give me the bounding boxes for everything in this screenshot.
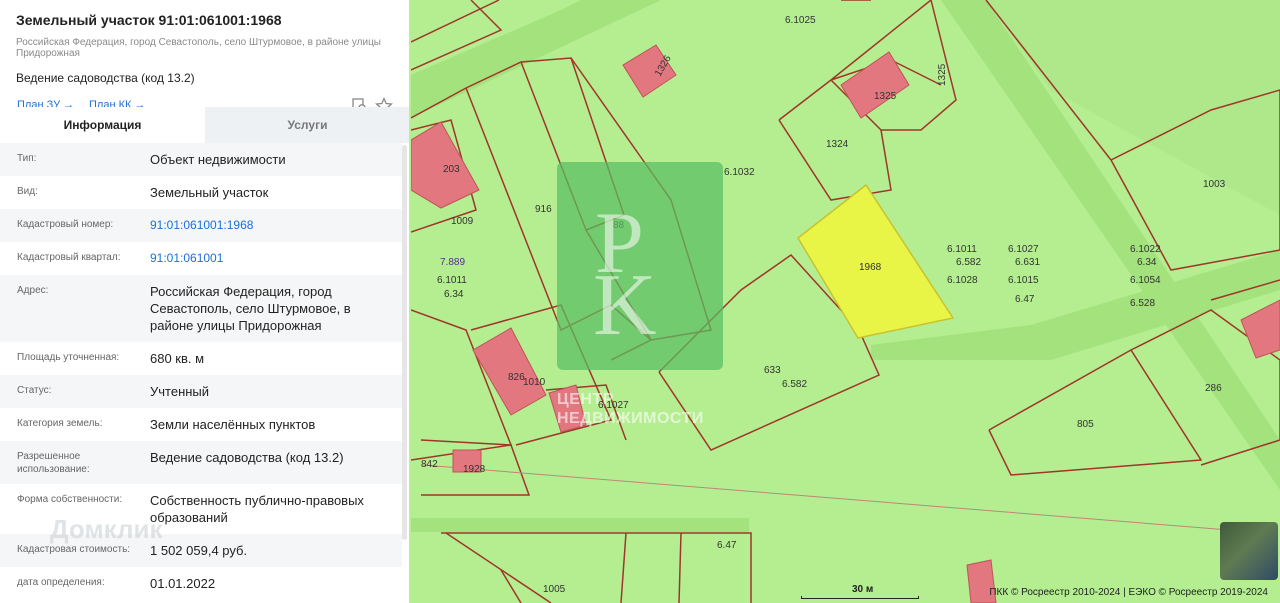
- info-panel: Земельный участок 91:01:061001:1968 Росс…: [0, 0, 410, 603]
- map-label: 1009: [451, 216, 474, 227]
- map-label: 286: [1205, 383, 1222, 394]
- tab-information[interactable]: Информация: [0, 107, 205, 143]
- tab-services[interactable]: Услуги: [205, 107, 409, 143]
- info-row-cadastral-number: Кадастровый номер: 91:01:061001:1968: [0, 209, 402, 242]
- info-row-type: Тип: Объект недвижимости: [0, 143, 402, 176]
- map-label: 6.1028: [947, 275, 978, 286]
- map-label: 6.582: [956, 257, 981, 268]
- map-label: 6.47: [717, 540, 737, 551]
- map-label: 1325: [874, 91, 897, 102]
- map-attribution: ПКК © Росреестр 2010-2024 | ЕЭКО © Росре…: [989, 587, 1268, 598]
- map-label: 842: [421, 459, 438, 470]
- info-row-address: Адрес: Российская Федерация, город Севас…: [0, 275, 402, 342]
- map-label: 6.34: [1137, 257, 1157, 268]
- parcel-address: Российская Федерация, город Севастополь,…: [16, 37, 381, 59]
- map-label: 6.631: [1015, 257, 1040, 268]
- satellite-layer-toggle[interactable]: [1220, 522, 1278, 580]
- panel-scrollbar[interactable]: [402, 145, 407, 540]
- info-row-land-category: Категория земель: Земли населённых пункт…: [17, 417, 316, 432]
- svg-text:K: K: [593, 257, 657, 354]
- scale-bar: [801, 596, 919, 599]
- map-label: 6.1032: [724, 167, 755, 178]
- map-label: 6.1027: [1008, 244, 1039, 255]
- map-label: 916: [535, 204, 552, 215]
- parcel-purpose: Ведение садоводства (код 13.2): [16, 71, 195, 85]
- map-label: 6.582: [782, 379, 807, 390]
- map-label: 1324: [826, 139, 849, 150]
- map-label: 1325: [937, 63, 948, 86]
- info-row-area: Площадь уточненная: 680 кв. м: [17, 351, 205, 366]
- map-label: 633: [764, 365, 781, 376]
- map-label: 1003: [1203, 179, 1226, 190]
- map-label: 805: [1077, 419, 1094, 430]
- watermark-logo: Домклик: [50, 514, 163, 544]
- road-strip: [411, 518, 749, 532]
- watermark-rk-logo: P K: [557, 162, 723, 370]
- cadastral-map[interactable]: 1968 1324 1325 1003 916 88 1009 203 826 …: [411, 0, 1280, 603]
- cadastral-number-link[interactable]: 91:01:061001:1968: [150, 217, 390, 234]
- map-label: 6.1054: [1130, 275, 1161, 286]
- cadastral-quarter-link[interactable]: 91:01:061001: [150, 250, 390, 267]
- map-label: 6.34: [444, 289, 464, 300]
- map-label: 1928: [463, 464, 486, 475]
- map-label: 6.528: [1130, 298, 1155, 309]
- info-row-valuation-date: дата определения: 01.01.2022: [17, 576, 216, 591]
- map-label: 6.1015: [1008, 275, 1039, 286]
- parcel-title: Земельный участок 91:01:061001:1968: [16, 12, 282, 28]
- map-label: 6.1011: [947, 244, 977, 255]
- map-label: 6.1025: [785, 15, 816, 26]
- info-row-cadastral-quarter: Кадастровый квартал: 91:01:061001: [0, 242, 402, 275]
- info-row-status: Статус: Учтенный: [0, 375, 402, 408]
- info-row-kind: Вид: Земельный участок: [17, 185, 269, 200]
- map-label: 6.1022: [1130, 244, 1161, 255]
- tab-bar: Информация Услуги: [0, 107, 409, 143]
- map-label: 1005: [543, 584, 566, 595]
- map-label: 6.1011: [437, 275, 467, 286]
- map-label: 1010: [523, 377, 546, 388]
- scale-label: 30 м: [852, 584, 874, 595]
- map-canvas: 1968 1324 1325 1003 916 88 1009 203 826 …: [411, 0, 1280, 603]
- map-label: 6.47: [1015, 294, 1035, 305]
- map-label: 7.889: [440, 257, 465, 268]
- map-label: 203: [443, 164, 460, 175]
- map-label: 1968: [859, 262, 882, 273]
- watermark-text: ЦЕНТР НЕДВИЖИМОСТИ: [557, 391, 704, 427]
- info-row-permitted-use: Разрешенное использование: Ведение садов…: [0, 441, 402, 484]
